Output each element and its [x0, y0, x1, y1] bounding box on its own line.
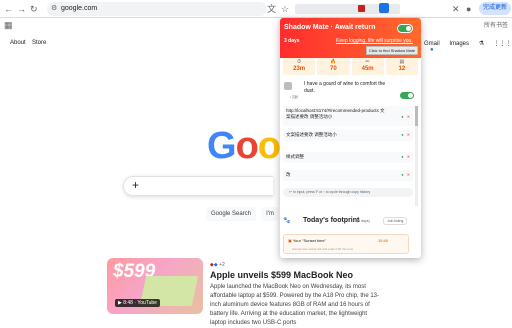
stats-row: ⏱ 23m 🔥 70 ✏ 45m ▤ 12 — [283, 58, 418, 75]
check-icon[interactable]: ● — [401, 132, 403, 137]
translate-icon[interactable]: 文 — [267, 3, 276, 15]
streak-days: 3 days — [284, 38, 300, 44]
popup-title: Shadow Mate · Await return — [284, 24, 376, 31]
apps-grid-icon[interactable]: ▦ — [4, 19, 13, 31]
history-item[interactable]: 样式调整 ● ✕ — [283, 152, 413, 163]
check-icon[interactable]: ● — [401, 154, 403, 159]
copy-history-hint: ↩ In input, press F or ↑ to cycle throug… — [283, 188, 413, 197]
mate-avatar — [284, 82, 292, 90]
close-tab-icon[interactable]: ✕ — [452, 3, 460, 15]
close-icon[interactable]: ✕ — [407, 132, 410, 137]
source-count: +2 — [219, 262, 225, 268]
close-icon[interactable]: ✕ — [407, 154, 410, 159]
shadow-mate-extension-icon[interactable] — [358, 5, 365, 12]
enable-toggle[interactable] — [397, 24, 413, 33]
bookmark-star-icon[interactable]: ☆ — [281, 3, 289, 15]
history-text: 文案描述要改 调整活动小 — [286, 132, 337, 137]
news-thumbnail[interactable]: $599 ▶ 8:48 · YouTube — [107, 258, 203, 314]
apps-icon[interactable]: ⋮⋮⋮ — [494, 41, 512, 47]
reload-icon[interactable]: ↻ — [30, 3, 38, 15]
footprint-item: ▣ Your "Sunset time" — [288, 238, 326, 243]
add-icon[interactable]: + — [132, 178, 139, 192]
quote-toggle[interactable] — [400, 92, 414, 99]
history-text: http://localhost:5174/#/recommended-prod… — [286, 108, 385, 119]
history-text: 改 — [286, 172, 291, 177]
footprint-card[interactable]: ▣ Your "Sunset time" 15:40 Sunset hour s… — [283, 234, 409, 254]
quote-label: • 沉默 — [290, 95, 298, 99]
footprint-time: 15:40 — [378, 238, 389, 243]
history-item[interactable]: http://localhost:5174/#/recommended-prod… — [283, 106, 413, 126]
labs-icon[interactable]: ⚗ — [479, 41, 484, 47]
sunset-icon: ▣ — [288, 238, 292, 243]
nav-store[interactable]: Store — [32, 40, 46, 46]
paw-icon: 🐾 — [283, 218, 291, 224]
nav-images[interactable]: Images — [449, 41, 469, 47]
extension-icon[interactable] — [379, 3, 389, 13]
footprint-item-text: Your "Sunset time" — [292, 238, 326, 243]
history-item[interactable]: 改 ● ✕ — [283, 170, 413, 181]
video-badge: ▶ 8:48 · YouTube — [115, 299, 160, 307]
stat-value: 70 — [330, 66, 337, 72]
google-header-right: Gmail Images ⚗ ⋮⋮⋮ ● — [424, 40, 512, 53]
site-info-icon[interactable]: ⚙ — [51, 4, 57, 12]
join-listing-button[interactable]: Join listing — [383, 217, 408, 225]
news-sources: ◆◆ +2 — [210, 262, 225, 268]
avatar[interactable]: ● — [430, 47, 434, 53]
stat-card: ⏱ 23m — [283, 58, 316, 75]
footprint-subtext: Sunset hour starts 3/4 and ends 6:00 thi… — [292, 247, 354, 251]
address-bar[interactable]: google.com — [47, 2, 267, 16]
all-bookmarks-label[interactable]: 所有书签 — [484, 20, 508, 29]
check-icon[interactable]: ● — [401, 114, 403, 119]
browser-toolbar: ← → ↻ google.com ⚙ 文 ☆ ✕ ● 完成更新 — [0, 0, 512, 18]
profile-icon[interactable]: ● — [466, 3, 471, 15]
stat-card: ▤ 12 — [385, 58, 418, 75]
quote-bubble: I have a gourd of wine to comfort the du… — [303, 80, 395, 96]
source-icon: ◆ — [213, 262, 218, 268]
feeling-lucky-button[interactable]: I'm — [261, 207, 279, 221]
forward-icon[interactable]: → — [17, 3, 26, 15]
stat-value: 45m — [361, 66, 374, 72]
google-search-button[interactable]: Google Search — [206, 207, 256, 221]
close-icon[interactable]: ✕ — [407, 172, 410, 177]
history-text: 样式调整 — [286, 154, 304, 159]
search-input[interactable]: + — [123, 176, 273, 196]
complete-update-button[interactable]: 完成更新 — [479, 2, 511, 15]
tooltip: Click to find Shadow Mate — [366, 46, 418, 55]
stat-value: 23m — [293, 66, 306, 72]
scrollbar-thumb[interactable] — [415, 106, 418, 126]
google-logo: Goo — [207, 125, 281, 167]
history-item[interactable]: 文案描述要改 调整活动小 ● ✕ — [283, 130, 413, 141]
news-summary: Apple launched the MacBook Neo on Wednes… — [210, 284, 380, 326]
news-title[interactable]: Apple unveils $599 MacBook Neo — [210, 270, 353, 280]
stat-card: 🔥 70 — [317, 58, 350, 75]
footprint-title: Today's footprint — [303, 217, 360, 224]
stat-card: ✏ 45m — [351, 58, 384, 75]
check-icon[interactable]: ● — [401, 172, 403, 177]
stat-value: 12 — [398, 66, 406, 72]
encouragement-link[interactable]: Keep logging, life will surprise you. — [336, 38, 413, 44]
close-icon[interactable]: ✕ — [407, 114, 410, 119]
back-icon[interactable]: ← — [4, 3, 13, 15]
bookmarks-bar: ▦ 所有书签 — [0, 18, 512, 32]
footprint-header: 🐾 Today's footprint (3 days) Join listin… — [283, 216, 413, 228]
nav-about[interactable]: About — [10, 40, 26, 46]
footprint-date: (3 days) — [357, 219, 370, 223]
